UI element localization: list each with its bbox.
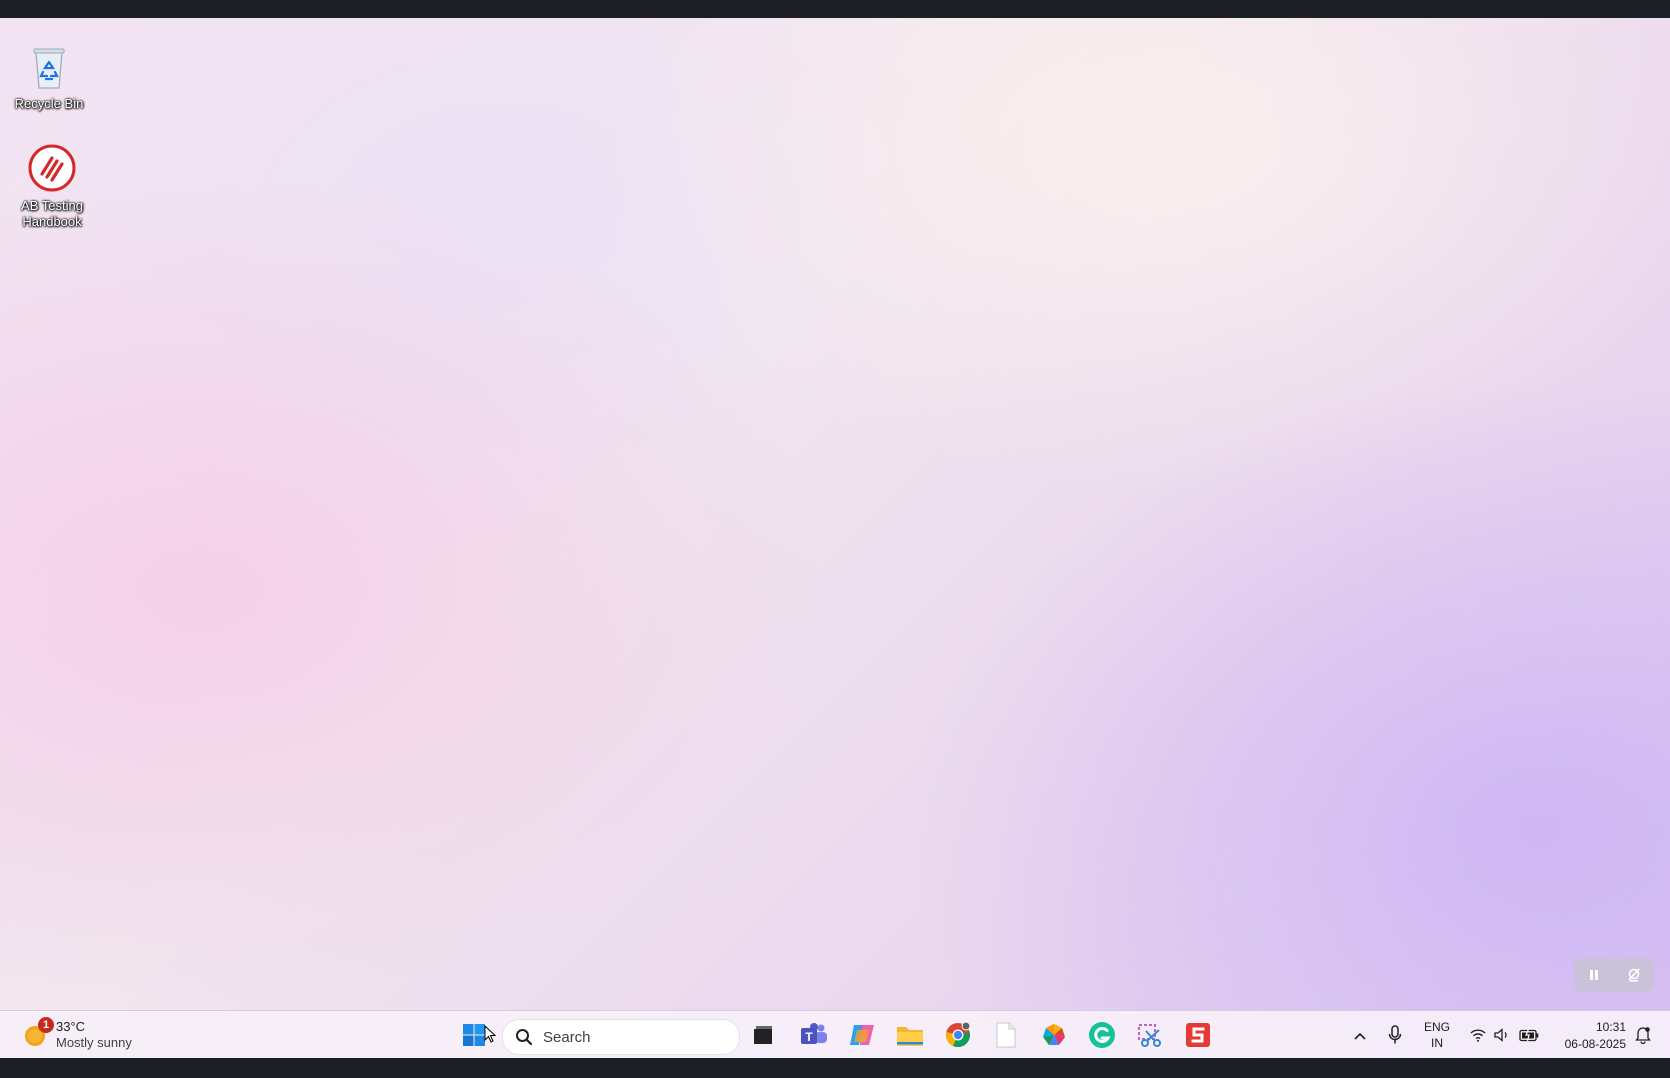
task-view-button[interactable] (743, 1019, 783, 1055)
folder-icon (896, 1023, 924, 1052)
snipping-tool-button[interactable] (1130, 1019, 1170, 1055)
mouse-cursor-icon (484, 1024, 497, 1048)
wps-office-icon (1185, 1022, 1211, 1053)
wifi-button[interactable] (1466, 1019, 1490, 1055)
show-hidden-icons-button[interactable] (1348, 1019, 1372, 1055)
ab-testing-handbook-shortcut[interactable]: AB Testing Handbook (10, 142, 94, 230)
microphone-icon (1388, 1024, 1402, 1050)
photos-icon (1041, 1022, 1067, 1053)
weather-condition: Mostly sunny (56, 1035, 132, 1050)
clock-time: 10:31 (1595, 1020, 1626, 1034)
pause-icon[interactable] (1580, 961, 1608, 989)
notification-bell-icon (1635, 1026, 1651, 1049)
recording-control[interactable] (1574, 958, 1654, 992)
camera-off-icon[interactable] (1620, 961, 1648, 989)
chevron-up-icon (1353, 1028, 1367, 1046)
ab-testing-handbook-label: AB Testing Handbook (21, 198, 83, 229)
weather-sun-icon: 1 (22, 1017, 54, 1049)
language-region: IN (1431, 1036, 1443, 1050)
clock-date: 06-08-2025 (1564, 1037, 1626, 1051)
copilot-button[interactable] (842, 1019, 882, 1055)
snipping-tool-icon (1136, 1022, 1164, 1053)
microphone-button[interactable] (1382, 1019, 1408, 1055)
chrome-icon (944, 1021, 972, 1054)
document-button[interactable] (986, 1019, 1026, 1055)
recycle-bin-icon (23, 40, 75, 92)
file-explorer-button[interactable] (890, 1019, 930, 1055)
weather-notification-badge: 1 (38, 1017, 54, 1033)
teams-icon: T (800, 1022, 828, 1053)
photos-button[interactable] (1034, 1019, 1074, 1055)
grammarly-button[interactable] (1082, 1019, 1122, 1055)
chrome-button[interactable] (938, 1019, 978, 1061)
taskbar-search-box[interactable]: Search (502, 1019, 740, 1055)
wifi-icon (1470, 1028, 1486, 1047)
teams-button[interactable]: T (794, 1019, 834, 1055)
copilot-icon (848, 1022, 876, 1053)
search-icon (515, 1028, 533, 1046)
volume-button[interactable] (1490, 1019, 1514, 1055)
grammarly-icon (1088, 1021, 1116, 1054)
ab-testing-handbook-icon (26, 142, 78, 194)
recycle-bin-label: Recycle Bin (14, 96, 84, 111)
svg-text:T: T (805, 1030, 813, 1044)
clock[interactable]: 10:31 06-08-2025 (1550, 1019, 1626, 1053)
taskbar: 1 33°C Mostly sunny Search T ENG IN 10:3… (0, 1010, 1670, 1061)
wps-office-button[interactable] (1178, 1019, 1218, 1055)
windows-start-icon (462, 1023, 486, 1052)
screen-bottom-border (0, 1058, 1670, 1078)
weather-widget[interactable]: 1 33°C Mostly sunny (22, 1017, 132, 1053)
desktop[interactable]: Recycle Bin AB Testing Handbook (0, 18, 1670, 1058)
task-view-icon (751, 1024, 775, 1051)
language-indicator[interactable]: ENG IN (1418, 1019, 1456, 1051)
speaker-icon (1494, 1027, 1510, 1047)
blank-document-icon (995, 1022, 1017, 1053)
weather-temperature: 33°C (56, 1019, 86, 1034)
battery-button[interactable] (1516, 1019, 1542, 1055)
recycle-bin-shortcut[interactable]: Recycle Bin (7, 40, 91, 112)
notification-center-button[interactable] (1630, 1019, 1656, 1055)
language-code: ENG (1423, 1020, 1450, 1034)
search-placeholder: Search (543, 1028, 591, 1046)
battery-charging-icon (1519, 1027, 1539, 1047)
